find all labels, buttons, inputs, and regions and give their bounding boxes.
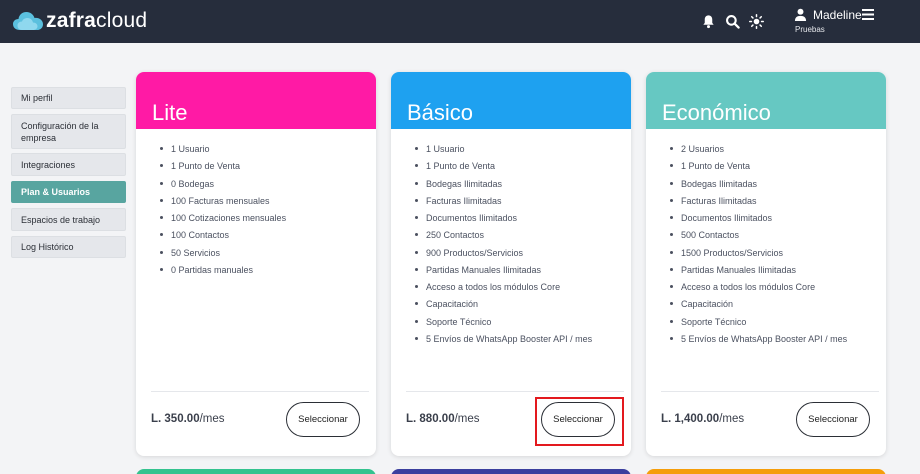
user-organization: Pruebas	[795, 25, 825, 34]
plan-features-list: 2 Usuarios 1 Punto de Venta Bodegas Ilim…	[646, 129, 886, 350]
feature-item: Bodegas Ilimitadas	[667, 178, 886, 195]
feature-item: 900 Productos/Servicios	[412, 247, 631, 264]
search-icon[interactable]	[723, 12, 741, 30]
feature-item: 0 Bodegas	[157, 178, 376, 195]
feature-item: 1 Usuario	[412, 143, 631, 160]
next-plan-card-peek	[391, 469, 631, 474]
plan-price: L. 350.00/mes	[151, 413, 225, 425]
feature-item: 250 Contactos	[412, 229, 631, 246]
feature-item: Partidas Manuales Ilimitadas	[412, 264, 631, 281]
user-name: Madeline	[813, 8, 862, 22]
sidebar-item-mi-perfil[interactable]: Mi perfil	[11, 87, 126, 109]
feature-item: Acceso a todos los módulos Core	[412, 281, 631, 298]
feature-item: Capacitación	[667, 298, 886, 315]
plan-header: Económico	[646, 72, 886, 129]
feature-item: 1 Usuario	[157, 143, 376, 160]
plan-title: Lite	[152, 100, 188, 125]
feature-item: Facturas Ilimitadas	[667, 195, 886, 212]
feature-item: 500 Contactos	[667, 229, 886, 246]
feature-item: 1 Punto de Venta	[667, 160, 886, 177]
feature-item: 100 Cotizaciones mensuales	[157, 212, 376, 229]
sidebar-item-log-historico[interactable]: Log Histórico	[11, 236, 126, 258]
feature-item: Soporte Técnico	[667, 316, 886, 333]
feature-item: Bodegas Ilimitadas	[412, 178, 631, 195]
feature-item: 100 Contactos	[157, 229, 376, 246]
plan-title: Básico	[407, 100, 474, 125]
feature-item: 2 Usuarios	[667, 143, 886, 160]
feature-item: 1500 Productos/Servicios	[667, 247, 886, 264]
feature-item: Facturas Ilimitadas	[412, 195, 631, 212]
plan-card-lite: Lite 1 Usuario 1 Punto de Venta 0 Bodega…	[136, 72, 376, 456]
sun-icon[interactable]	[747, 12, 765, 30]
feature-item: 100 Facturas mensuales	[157, 195, 376, 212]
logo-text: zafracloud	[46, 9, 148, 32]
user-icon	[794, 8, 807, 21]
plan-header: Básico	[391, 72, 631, 129]
feature-item: 1 Punto de Venta	[412, 160, 631, 177]
sidebar-item-integraciones[interactable]: Integraciones	[11, 153, 126, 176]
sidebar-item-plan-usuarios[interactable]: Plan & Usuarios	[11, 181, 126, 203]
plan-card-economico: Económico 2 Usuarios 1 Punto de Venta Bo…	[646, 72, 886, 456]
zafracloud-logo[interactable]: zafracloud	[12, 9, 147, 33]
feature-item: 1 Punto de Venta	[157, 160, 376, 177]
plan-title: Económico	[662, 100, 771, 125]
highlight-annotation-box	[535, 397, 624, 446]
top-navigation-bar: zafracloud Madeline Pruebas	[0, 0, 920, 43]
plan-features-list: 1 Usuario 1 Punto de Venta 0 Bodegas 100…	[136, 129, 376, 281]
hamburger-menu-icon[interactable]	[862, 9, 874, 20]
feature-item: 5 Envíos de WhatsApp Booster API / mes	[667, 333, 886, 350]
plan-card-basico: Básico 1 Usuario 1 Punto de Venta Bodega…	[391, 72, 631, 456]
divider	[151, 391, 369, 392]
feature-item: Soporte Técnico	[412, 316, 631, 333]
feature-item: Capacitación	[412, 298, 631, 315]
next-plan-card-peek	[136, 469, 376, 474]
sidebar-item-espacios-trabajo[interactable]: Espacios de trabajo	[11, 208, 126, 231]
next-plan-card-peek	[646, 469, 886, 474]
plan-header: Lite	[136, 72, 376, 129]
divider	[661, 391, 879, 392]
sidebar-item-configuracion-empresa[interactable]: Configuración de la empresa	[11, 114, 126, 149]
feature-item: 50 Servicios	[157, 247, 376, 264]
feature-item: 5 Envíos de WhatsApp Booster API / mes	[412, 333, 631, 350]
feature-item: Partidas Manuales Ilimitadas	[667, 264, 886, 281]
feature-item: 0 Partidas manuales	[157, 264, 376, 281]
cloud-logo-icon	[13, 12, 43, 30]
feature-item: Documentos Ilimitados	[412, 212, 631, 229]
divider	[406, 391, 624, 392]
plan-features-list: 1 Usuario 1 Punto de Venta Bodegas Ilimi…	[391, 129, 631, 350]
select-plan-button[interactable]: Seleccionar	[286, 402, 360, 437]
bell-icon[interactable]	[699, 12, 717, 30]
plan-price: L. 1,400.00/mes	[661, 413, 745, 425]
feature-item: Acceso a todos los módulos Core	[667, 281, 886, 298]
feature-item: Documentos Ilimitados	[667, 212, 886, 229]
plan-price: L. 880.00/mes	[406, 413, 480, 425]
select-plan-button[interactable]: Seleccionar	[796, 402, 870, 437]
